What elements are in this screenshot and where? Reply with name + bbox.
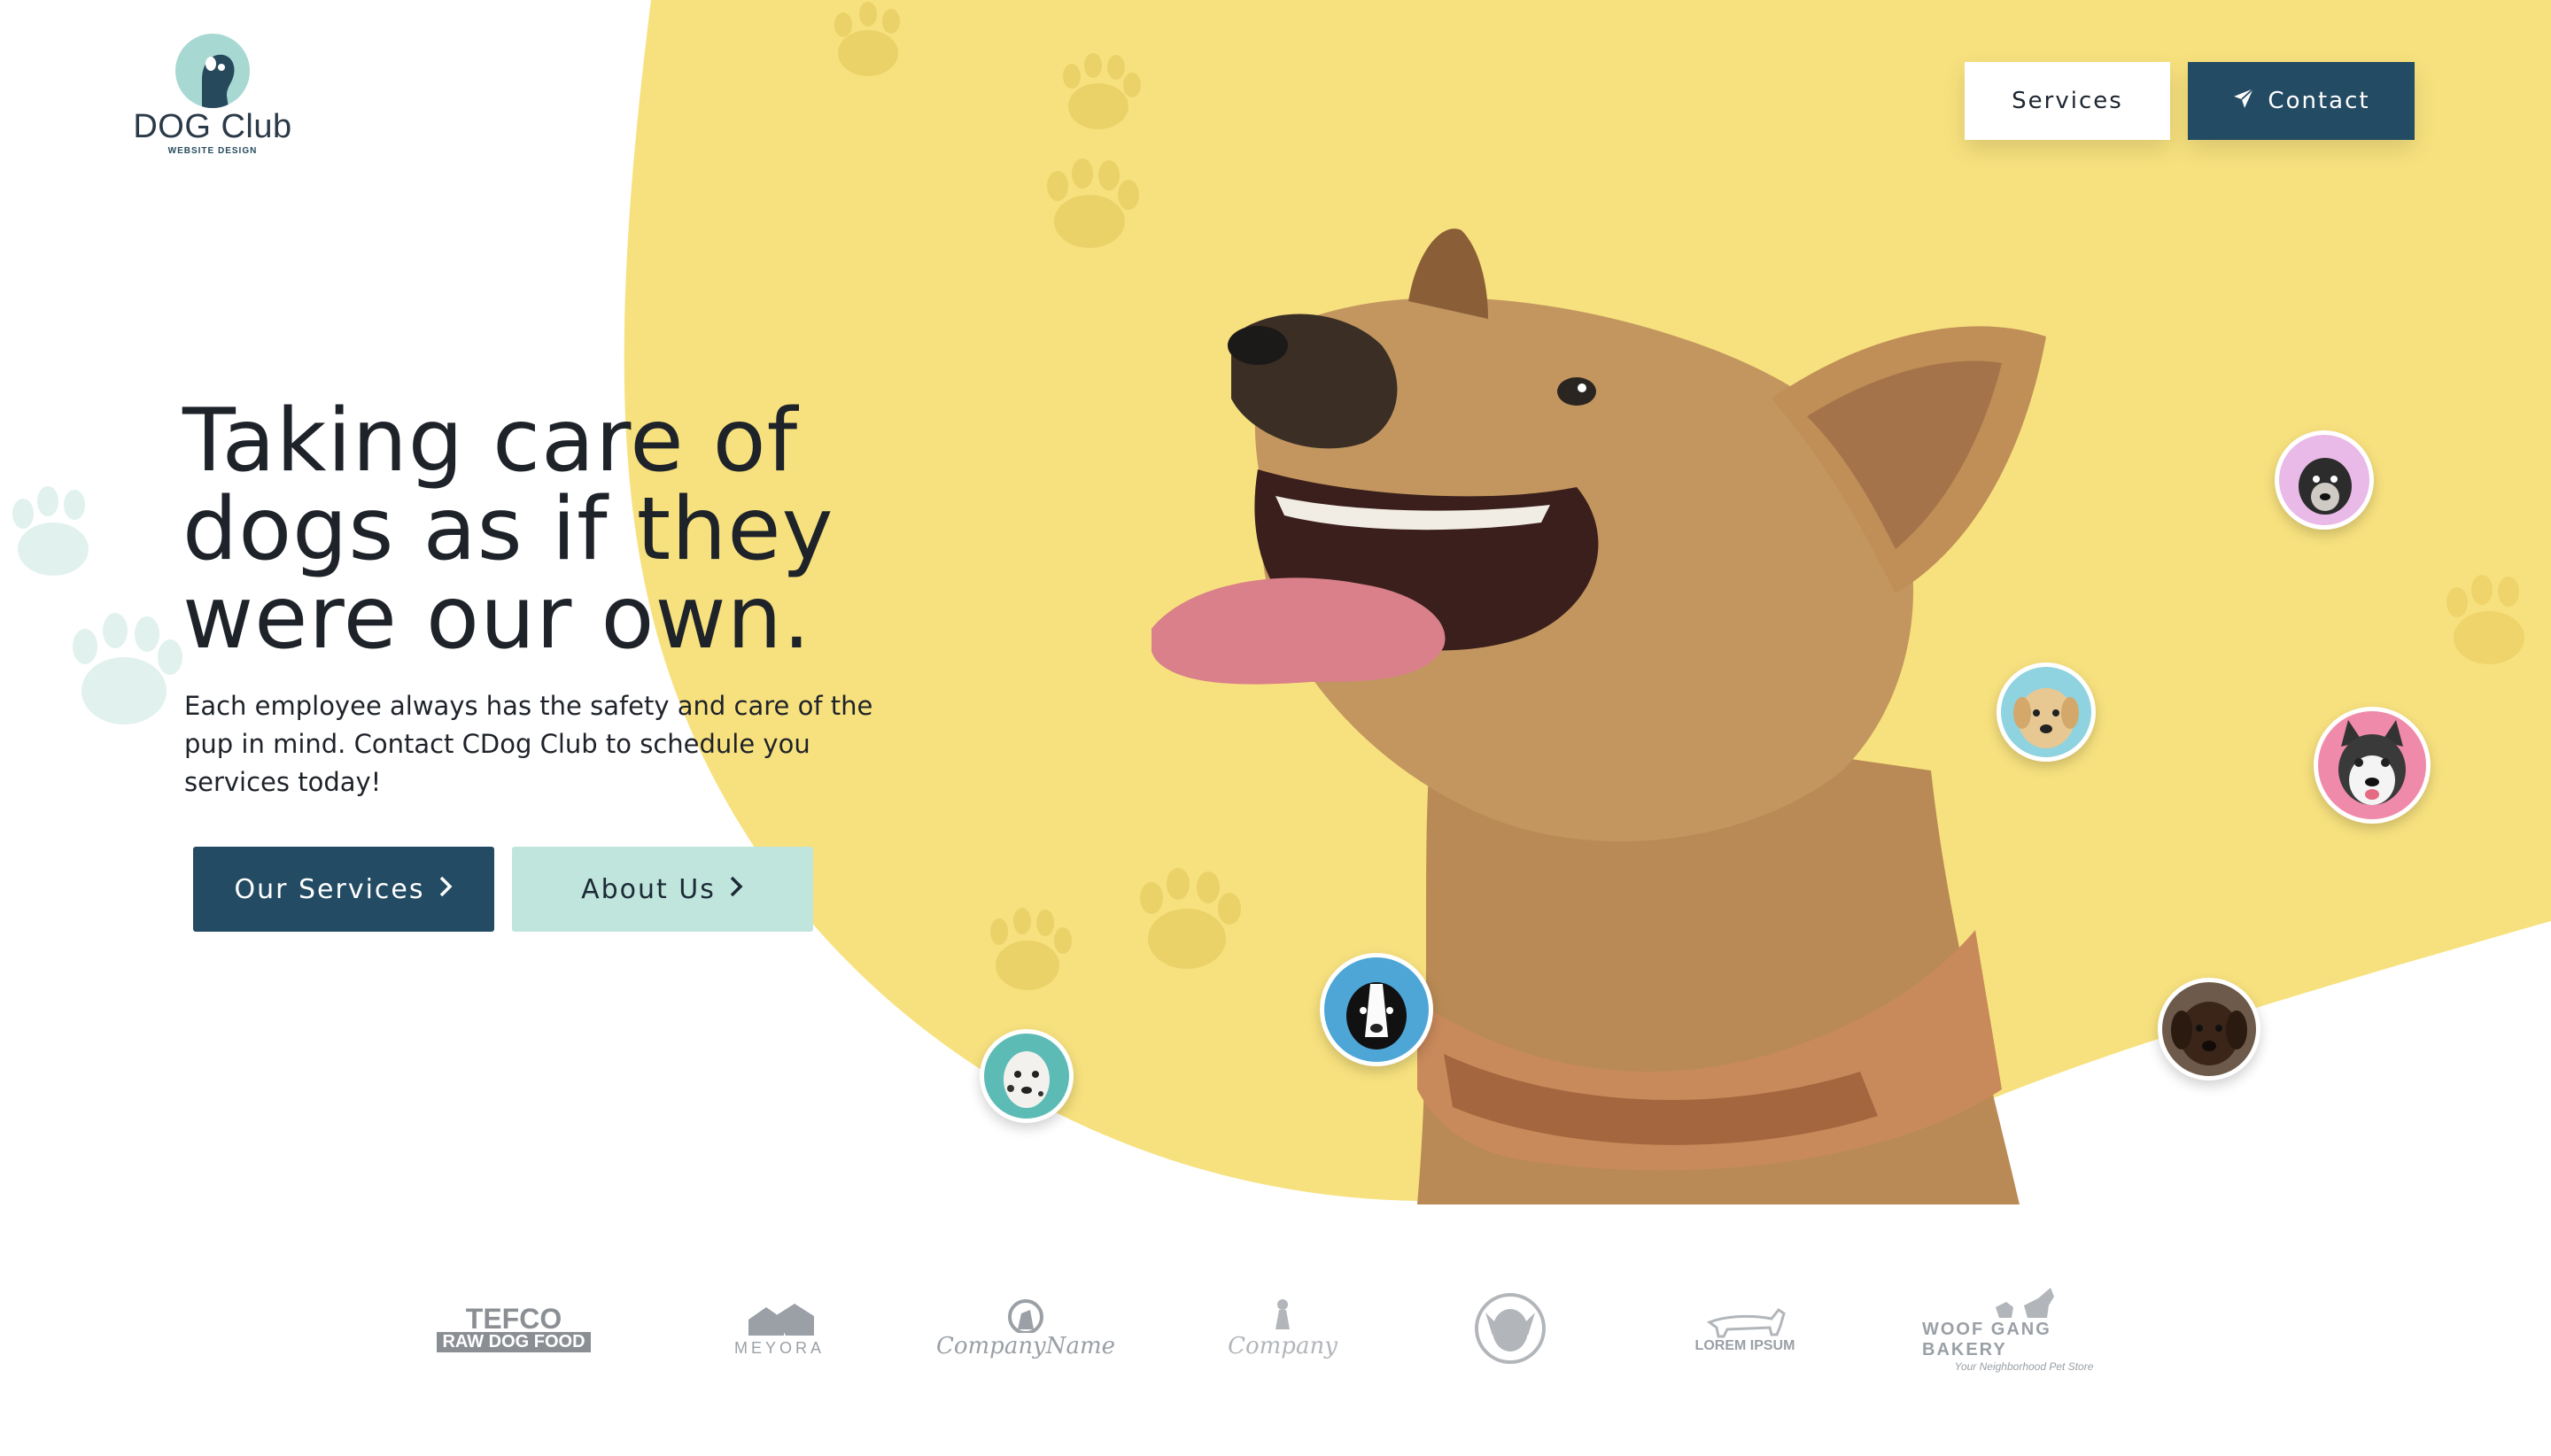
nav-services-button[interactable]: Services: [1965, 62, 2170, 140]
nav-contact-button[interactable]: Contact: [2188, 62, 2415, 140]
partner-logos: TEFCO RAW DOG FOOD MEYORA CompanyName Co…: [0, 1284, 2551, 1382]
nav-contact-label: Contact: [2268, 88, 2370, 114]
partner-logo-dog-badge: [1470, 1284, 1550, 1373]
dachshund-icon: [1706, 1307, 1786, 1338]
partner-logo-lorem-ipsum: LOREM IPSUM: [1683, 1284, 1807, 1373]
partner-logo-line: LOREM IPSUM: [1694, 1338, 1795, 1353]
paper-plane-icon: [2232, 87, 2255, 116]
brand-tagline: WEBSITE DESIGN: [167, 146, 258, 156]
dogs-silhouette-icon: [1996, 1288, 2054, 1318]
partner-logo-line: Company: [1228, 1333, 1338, 1359]
dog-avatar: [2275, 430, 2374, 530]
dog-badge-icon: [1475, 1293, 1546, 1364]
our-services-label: Our Services: [234, 873, 425, 905]
partner-logo-subline: RAW DOG FOOD: [437, 1331, 591, 1352]
about-us-label: About Us: [581, 873, 716, 905]
headline-line-2: dogs as if they: [182, 479, 834, 580]
partner-logo-subline: Your Neighborhood Pet Store: [1954, 1360, 2094, 1373]
hero-dog-image: [1151, 228, 2046, 1204]
nav-services-label: Services: [2012, 88, 2123, 114]
partner-logo-woof-gang: WOOF GANG BAKERY Your Neighborhood Pet S…: [1922, 1284, 2126, 1373]
partner-logo-meyora: MEYORA: [726, 1284, 833, 1373]
hero-headline: Taking care of dogs as if they were our …: [182, 397, 980, 662]
partner-logo-tefco: TEFCO RAW DOG FOOD: [434, 1284, 593, 1373]
dog-avatar: [2314, 707, 2431, 824]
headline-line-1: Taking care of: [182, 391, 799, 492]
dog-avatar: [980, 1029, 1074, 1123]
partner-logo-line: MEYORA: [733, 1338, 825, 1357]
dog-walker-icon: [1276, 1299, 1290, 1329]
partner-logo-line: CompanyName: [935, 1333, 1116, 1359]
partner-logo-company: Company: [1228, 1284, 1338, 1373]
chevron-right-icon: [728, 874, 744, 905]
our-services-button[interactable]: Our Services: [193, 847, 494, 932]
dog-logo-icon: [175, 34, 250, 108]
partner-logo-companyname: CompanyName: [936, 1284, 1115, 1373]
dog-avatar: [1320, 953, 1433, 1066]
dog-avatar: [2158, 978, 2260, 1080]
brand-logo[interactable]: DOG Club WEBSITE DESIGN: [124, 34, 301, 156]
lede-line-3: services today!: [184, 767, 382, 797]
partner-logo-line: TEFCO: [465, 1302, 562, 1335]
house-icon: [748, 1303, 814, 1336]
lede-line-1: Each employee always has the safety and …: [184, 691, 873, 721]
hero-description: Each employee always has the safety and …: [184, 687, 893, 802]
paw-prints-mint: [12, 486, 182, 724]
dog-silhouette-icon: [1008, 1299, 1043, 1333]
partner-logo-line: WOOF GANG BAKERY: [1922, 1320, 2051, 1359]
dog-avatar: [1997, 662, 2096, 762]
brand-name: DOG Club: [133, 108, 292, 145]
lede-line-2: pup in mind. Contact CDog Club to schedu…: [184, 729, 810, 759]
headline-line-3: were our own.: [182, 568, 811, 669]
about-us-button[interactable]: About Us: [512, 847, 813, 932]
chevron-right-icon: [438, 874, 454, 905]
